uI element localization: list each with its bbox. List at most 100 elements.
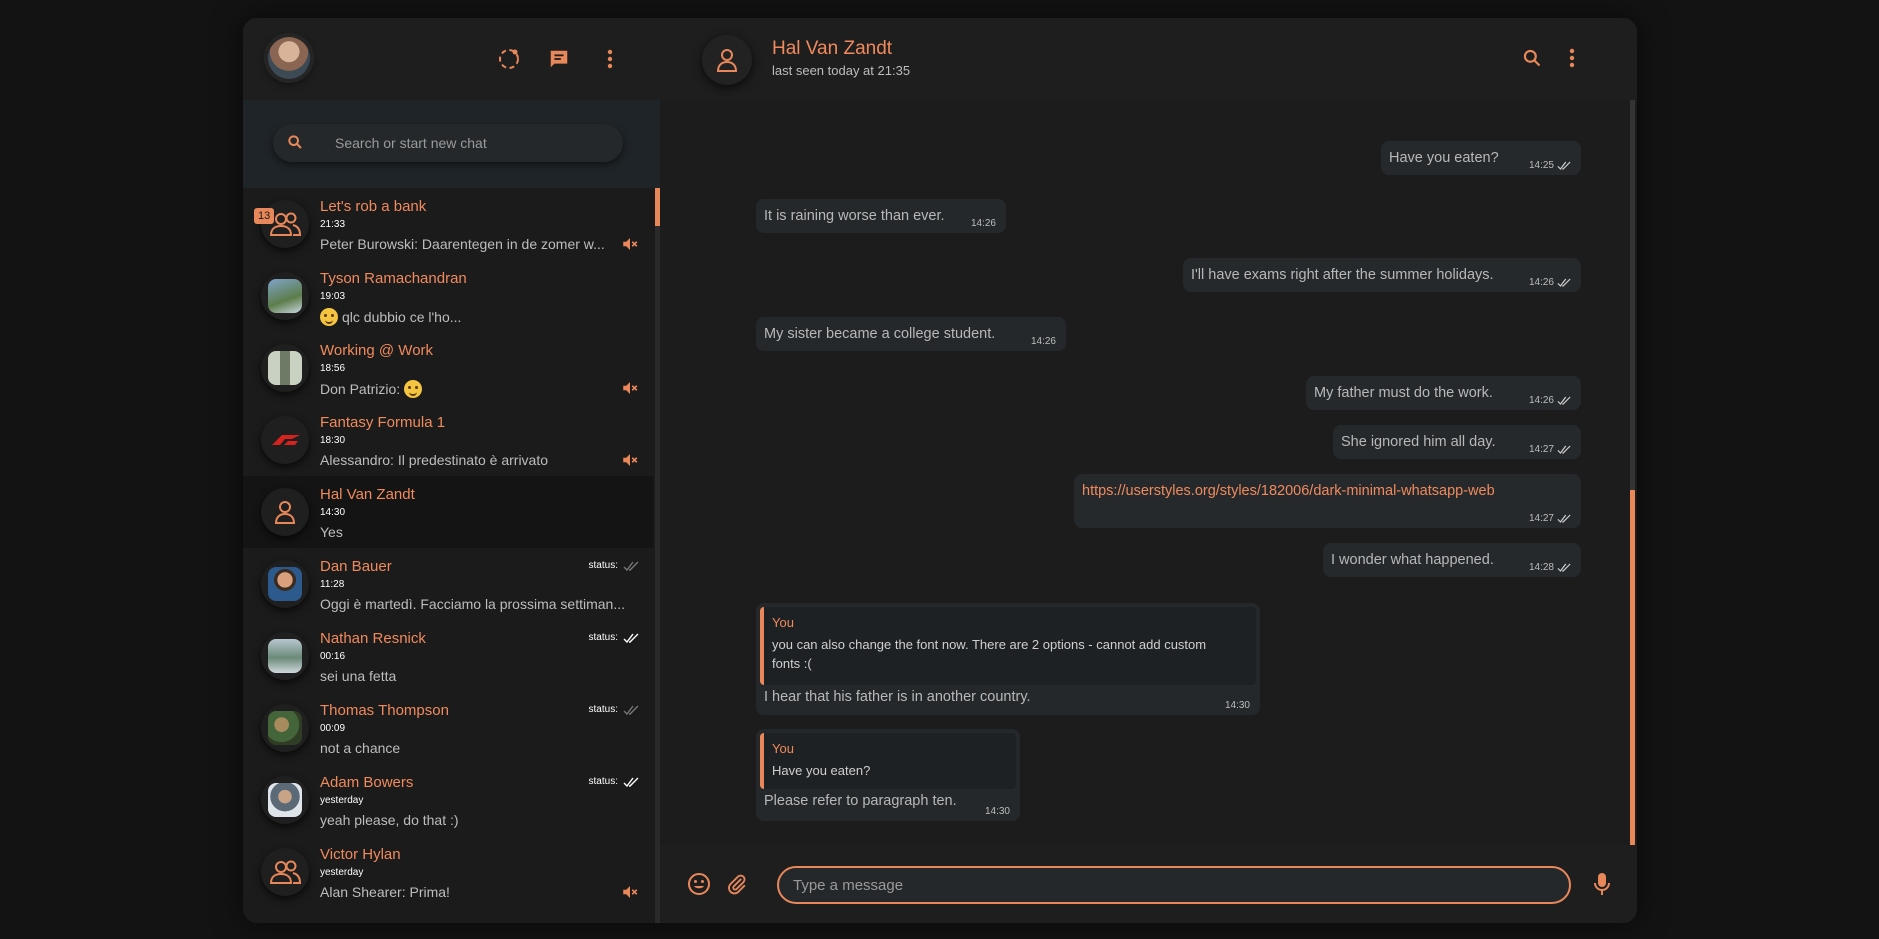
- double-check-icon: [1557, 278, 1571, 287]
- double-check-icon: [623, 561, 639, 571]
- message-input[interactable]: [777, 866, 1571, 904]
- message-meta: 14:30: [984, 806, 1010, 817]
- search-box[interactable]: [273, 124, 623, 162]
- chat-last-message: not a chance: [320, 740, 401, 756]
- message-text: My sister became a college student.: [764, 326, 996, 342]
- microphone-icon[interactable]: [1588, 870, 1616, 898]
- new-chat-icon[interactable]: [545, 45, 573, 73]
- message-outgoing[interactable]: Have you eaten? 14:25: [1381, 141, 1581, 175]
- muted-icon: [621, 883, 639, 906]
- message-incoming[interactable]: It is raining worse than ever. 14:26: [756, 199, 1006, 233]
- chat-item-tyson-ramachandran[interactable]: Tyson Ramachandran 19:03 qlc dubbio ce l…: [243, 260, 653, 332]
- message-meta: 14:26: [1529, 277, 1571, 288]
- user-icon[interactable]: [702, 35, 752, 85]
- message-meta: 14:27: [1529, 513, 1571, 524]
- sidebar: 13 Let's rob a bank 21:33 Peter Burowski…: [243, 18, 660, 923]
- user-icon: [261, 488, 309, 536]
- emoji-icon: [404, 380, 423, 398]
- message-meta: 14:25: [1529, 160, 1571, 171]
- message-outgoing[interactable]: I wonder what happened. 14:28: [1323, 543, 1581, 577]
- double-check-icon: [623, 705, 639, 715]
- chat-item-thomas-thompson[interactable]: Thomas Thompson status: 00:09 not a chan…: [243, 692, 653, 764]
- emoji-icon: [320, 308, 338, 326]
- chat-name: Thomas Thompson: [320, 702, 449, 719]
- attach-icon[interactable]: [723, 870, 751, 898]
- message-meta: 14:30: [1224, 700, 1250, 711]
- message-list: Have you eaten? 14:25 It is raining wors…: [660, 100, 1630, 845]
- chat-name: Tyson Ramachandran: [320, 270, 467, 287]
- avatar: [261, 416, 309, 464]
- avatar: [261, 632, 309, 680]
- message-text: She ignored him all day.: [1341, 434, 1496, 450]
- chat-item-nathan-resnick[interactable]: Nathan Resnick status: 00:16 sei una fet…: [243, 620, 653, 692]
- chat-time: 00:16: [320, 651, 346, 662]
- chat-time: 18:56: [320, 363, 346, 374]
- chat-item-dan-bauer[interactable]: Dan Bauer status: 11:28 Oggi è martedì. …: [243, 548, 653, 620]
- double-check-icon: [1557, 161, 1571, 170]
- status-indicator: status:: [589, 560, 639, 571]
- message-text: Please refer to paragraph ten.: [764, 793, 957, 809]
- double-check-icon: [1557, 563, 1571, 572]
- menu-icon[interactable]: [596, 45, 624, 73]
- message-link[interactable]: https://userstyles.org/styles/182006/dar…: [1082, 483, 1495, 499]
- message-outgoing[interactable]: My father must do the work. 14:26: [1306, 376, 1581, 410]
- chat-item-victor-hylan[interactable]: Victor Hylan yesterday Alan Shearer: Pri…: [243, 836, 653, 908]
- messages-scrollbar[interactable]: [1630, 100, 1635, 845]
- chat-last-message: Yes: [320, 524, 343, 540]
- message-outgoing[interactable]: I'll have exams right after the summer h…: [1183, 258, 1581, 292]
- message-meta: 14:26: [1529, 395, 1571, 406]
- chat-last-message: Alessandro: Il predestinato è arrivato: [320, 452, 549, 468]
- chat-name: Working @ Work: [320, 342, 434, 359]
- chat-time: 11:28: [320, 579, 345, 590]
- message-outgoing[interactable]: https://userstyles.org/styles/182006/dar…: [1074, 474, 1581, 528]
- chat-item-adam-bowers[interactable]: Adam Bowers status: yesterday yeah pleas…: [243, 764, 653, 836]
- emoji-icon[interactable]: [685, 870, 713, 898]
- chat-time: yesterday: [320, 867, 364, 878]
- chat-time: 19:03: [320, 291, 346, 302]
- chat-item-working-at-work[interactable]: Working @ Work 18:56 Don Patrizio:: [243, 332, 653, 404]
- scrollbar-thumb[interactable]: [1630, 490, 1635, 845]
- status-icon[interactable]: [495, 45, 523, 73]
- menu-icon[interactable]: [1558, 44, 1586, 72]
- chat-last-message: Don Patrizio:: [320, 380, 630, 398]
- message-incoming[interactable]: My sister became a college student. 14:2…: [756, 317, 1066, 351]
- chat-name: Let's rob a bank: [320, 198, 427, 215]
- avatar: [261, 776, 309, 824]
- search-icon[interactable]: [1518, 44, 1546, 72]
- message-text: My father must do the work.: [1314, 385, 1493, 401]
- quoted-message[interactable]: You you can also change the font now. Th…: [760, 607, 1256, 685]
- group-icon: [261, 848, 309, 896]
- search-icon: [287, 134, 303, 155]
- conversation-panel: Hal Van Zandt last seen today at 21:35 H…: [660, 18, 1637, 923]
- chat-time: 00:09: [320, 723, 346, 734]
- message-meta: 14:28: [1529, 562, 1571, 573]
- chat-time: 21:33: [320, 219, 346, 230]
- quoted-message[interactable]: You Have you eaten?: [760, 733, 1016, 789]
- double-check-icon: [1557, 396, 1571, 405]
- avatar: [261, 560, 309, 608]
- muted-icon: [621, 379, 639, 402]
- message-incoming-reply[interactable]: You Have you eaten? Please refer to para…: [756, 729, 1020, 821]
- chat-time: yesterday: [320, 795, 364, 806]
- message-incoming-reply[interactable]: You you can also change the font now. Th…: [756, 603, 1260, 715]
- chat-list: 13 Let's rob a bank 21:33 Peter Burowski…: [243, 188, 653, 923]
- muted-icon: [621, 235, 639, 258]
- search-input[interactable]: [335, 124, 605, 162]
- chat-last-message: Oggi è martedì. Facciamo la prossima set…: [320, 596, 625, 612]
- message-text: I wonder what happened.: [1331, 552, 1494, 568]
- chat-item-hal-van-zandt[interactable]: Hal Van Zandt 14:30 Yes: [243, 476, 653, 548]
- conversation-header[interactable]: Hal Van Zandt last seen today at 21:35: [660, 18, 1637, 100]
- avatar: [261, 272, 309, 320]
- my-avatar[interactable]: [268, 37, 310, 79]
- avatar: [261, 344, 309, 392]
- message-outgoing[interactable]: She ignored him all day. 14:27: [1333, 425, 1581, 459]
- chat-item-fantasy-formula-1[interactable]: Fantasy Formula 1 18:30 Alessandro: Il p…: [243, 404, 653, 476]
- chat-name: Hal Van Zandt: [320, 486, 415, 503]
- message-text: I hear that his father is in another cou…: [764, 689, 1031, 705]
- status-indicator: status:: [589, 776, 639, 787]
- chat-last-message: Alan Shearer: Prima!: [320, 884, 450, 900]
- chat-item-lets-rob-a-bank[interactable]: 13 Let's rob a bank 21:33 Peter Burowski…: [243, 188, 653, 260]
- composer: [660, 845, 1637, 923]
- quote-author: You: [772, 741, 794, 756]
- message-meta: 14:26: [1030, 336, 1056, 347]
